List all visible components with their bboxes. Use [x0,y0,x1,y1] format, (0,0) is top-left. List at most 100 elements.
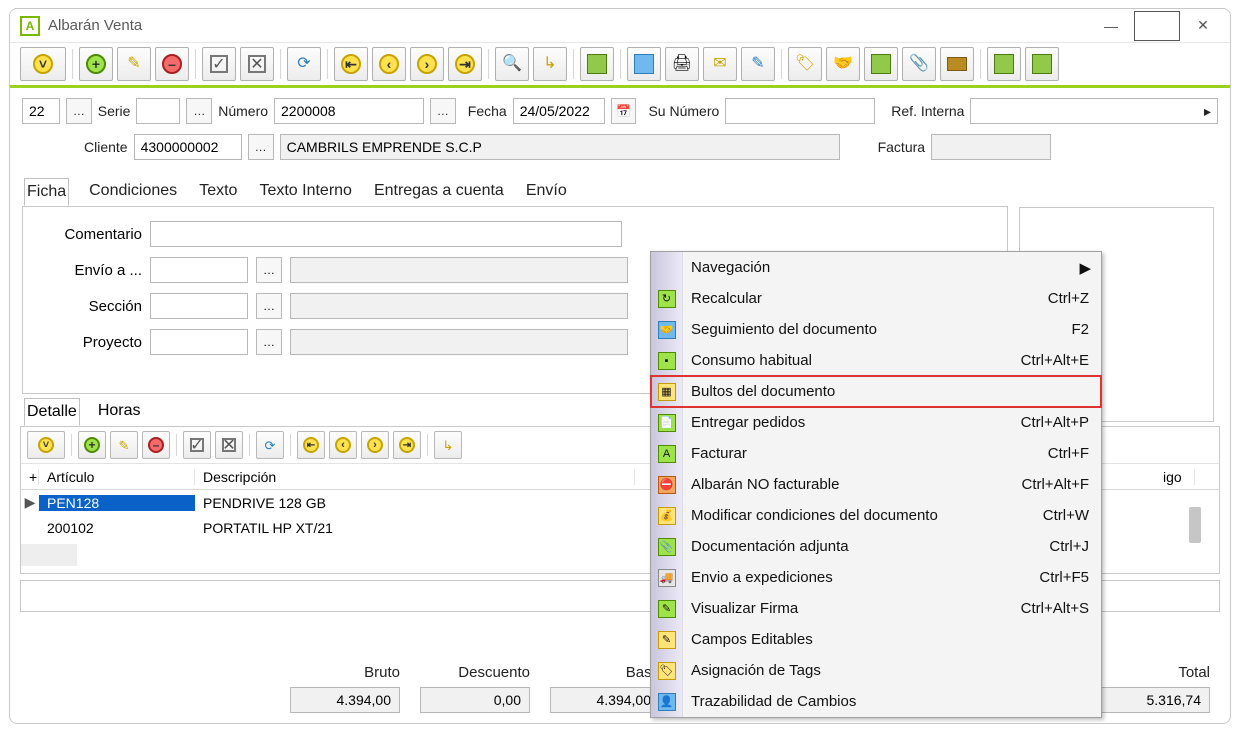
context-item[interactable]: 📄Entregar pedidosCtrl+Alt+P [651,407,1101,438]
context-item[interactable]: ⛔Albarán NO facturableCtrl+Alt+F [651,469,1101,500]
detail-cancel-button[interactable] [215,431,243,459]
comentario-field[interactable] [150,221,622,247]
envio-code-field[interactable] [150,257,248,283]
detail-first-button[interactable]: ⇤ [297,431,325,459]
invoice-button[interactable] [1025,47,1059,81]
nav-next-button[interactable]: › [410,47,444,81]
context-item[interactable]: ↻RecalcularCtrl+Z [651,283,1101,314]
context-item[interactable]: Navegación▶ [651,252,1101,283]
main-toolbar: ˅ + ✎ – ⟳ ⇤ ‹ › ⇥ 🔍 ↳ 🖨 ✉ ✎ 🏷 🤝 📎 [10,43,1230,88]
cliente-lookup[interactable]: … [248,134,274,160]
search-button[interactable]: 🔍 [495,47,529,81]
accept-button[interactable] [202,47,236,81]
numero-lookup[interactable]: … [430,98,456,124]
detail-next-button[interactable]: › [361,431,389,459]
tab-entregas[interactable]: Entregas a cuenta [372,178,506,206]
col-articulo[interactable]: Artículo [39,469,195,485]
app-icon: A [20,16,40,36]
context-item[interactable]: 🏷Asignación de Tags [651,655,1101,686]
tab-texto-interno[interactable]: Texto Interno [257,178,354,206]
window-frame: A Albarán Venta ˅ + ✎ – ⟳ ⇤ ‹ › ⇥ 🔍 ↳ 🖨 … [9,8,1231,724]
context-item[interactable]: 📎Documentación adjuntaCtrl+J [651,531,1101,562]
context-item[interactable]: ▦Bultos del documento [651,376,1101,407]
menu-dropdown-button[interactable]: ˅ [20,47,66,81]
mail-button[interactable]: ✉ [703,47,737,81]
fecha-calendar-button[interactable]: 📅 [611,98,637,124]
fecha-field[interactable] [513,98,605,124]
go-button[interactable]: ↳ [533,47,567,81]
context-item[interactable]: 👤Trazabilidad de Cambios [651,686,1101,717]
detail-delete-button[interactable]: – [142,431,170,459]
refresh-button[interactable]: ⟳ [287,47,321,81]
envio-lookup[interactable]: … [256,257,282,283]
tab-ficha[interactable]: Ficha [24,178,69,206]
titlebar: A Albarán Venta [10,9,1230,43]
col-igo[interactable]: igo [1155,469,1195,485]
handshake-button[interactable]: 🤝 [826,47,860,81]
serie-lookup[interactable]: … [186,98,212,124]
fecha-label: Fecha [468,103,507,119]
subtab-horas[interactable]: Horas [96,398,143,426]
detail-prev-button[interactable]: ‹ [329,431,357,459]
factura-label: Factura [878,139,925,155]
serie-label: Serie [98,103,131,119]
context-item[interactable]: AFacturarCtrl+F [651,438,1101,469]
attach-button[interactable]: 📎 [902,47,936,81]
context-item[interactable]: ✎Campos Editables [651,624,1101,655]
minimize-button[interactable] [1088,11,1134,41]
col-descripcion[interactable]: Descripción [195,469,635,485]
detail-menu-button[interactable]: ˅ [27,431,65,459]
tags-button[interactable]: 🏷 [788,47,822,81]
maximize-button[interactable] [1134,11,1180,41]
detail-accept-button[interactable] [183,431,211,459]
detail-go-button[interactable]: ↳ [434,431,462,459]
copy-button[interactable] [580,47,614,81]
cliente-code-field[interactable] [134,134,242,160]
detail-edit-button[interactable]: ✎ [110,431,138,459]
detail-refresh-button[interactable]: ⟳ [256,431,284,459]
comentario-label: Comentario [37,226,142,243]
delete-button[interactable]: – [155,47,189,81]
proyecto-lookup[interactable]: … [256,329,282,355]
cliente-name-field [280,134,840,160]
context-item[interactable]: 🚚Envio a expedicionesCtrl+F5 [651,562,1101,593]
detail-last-button[interactable]: ⇥ [393,431,421,459]
seccion-lookup[interactable]: … [256,293,282,319]
tab-texto[interactable]: Texto [197,178,239,206]
new-button[interactable]: + [79,47,113,81]
refinterna-dropdown[interactable]: ▸ [970,98,1218,124]
proyecto-code-field[interactable] [150,329,248,355]
nav-prev-button[interactable]: ‹ [372,47,406,81]
book-button[interactable] [864,47,898,81]
nav-last-button[interactable]: ⇥ [448,47,482,81]
tab-condiciones[interactable]: Condiciones [87,178,179,206]
serie-field[interactable] [136,98,180,124]
descuento-label: Descuento [458,664,530,681]
context-menu: Navegación▶↻RecalcularCtrl+Z🤝Seguimiento… [650,251,1102,718]
context-item[interactable]: ✎Visualizar FirmaCtrl+Alt+S [651,593,1101,624]
detail-new-button[interactable]: + [78,431,106,459]
screen-button[interactable] [627,47,661,81]
deliver-button[interactable] [987,47,1021,81]
context-item[interactable]: ▪Consumo habitualCtrl+Alt+E [651,345,1101,376]
close-button[interactable] [1180,11,1226,41]
context-item[interactable]: 🤝Seguimiento del documentoF2 [651,314,1101,345]
sunumero-field[interactable] [725,98,875,124]
subtab-detalle[interactable]: Detalle [24,398,80,426]
edit-button[interactable]: ✎ [117,47,151,81]
tab-envio[interactable]: Envío [524,178,569,206]
context-item[interactable]: 💰Modificar condiciones del documentoCtrl… [651,500,1101,531]
proyecto-label: Proyecto [37,334,142,351]
seccion-code-field[interactable] [150,293,248,319]
numero-field[interactable] [274,98,424,124]
sign-button[interactable]: ✎ [741,47,775,81]
packages-button[interactable] [940,47,974,81]
scrollbar-thumb[interactable] [1189,507,1201,543]
envio-label: Envío a ... [37,262,142,279]
year-field[interactable] [22,98,60,124]
new-row-placeholder[interactable] [21,544,77,566]
year-lookup[interactable]: … [66,98,92,124]
print-button[interactable]: 🖨 [665,47,699,81]
nav-first-button[interactable]: ⇤ [334,47,368,81]
cancel-button[interactable] [240,47,274,81]
